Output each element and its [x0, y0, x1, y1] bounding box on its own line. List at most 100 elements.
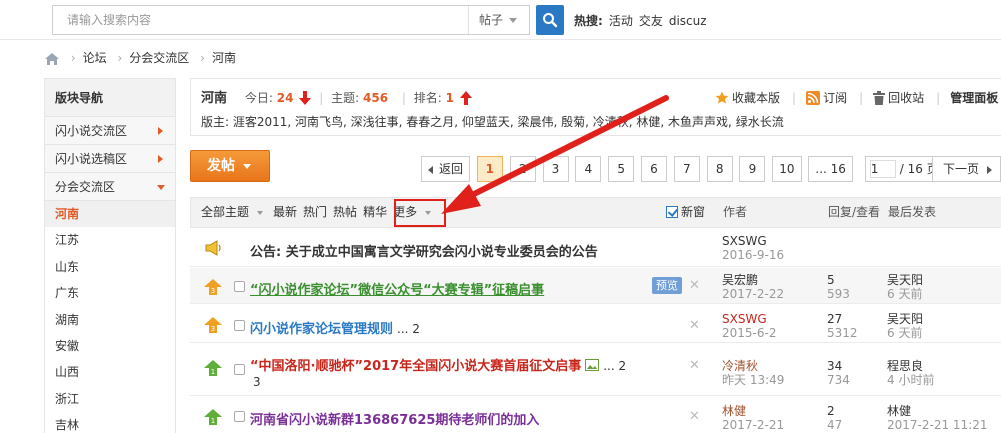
page-button[interactable]: 8 — [706, 156, 733, 182]
thread-title[interactable]: 闪小说作家论坛管理规则 — [250, 322, 393, 337]
breadcrumb-separator: › — [70, 51, 76, 65]
sidebar-item[interactable]: 山西 — [45, 359, 175, 385]
pin-level-glyph: 1 — [211, 368, 215, 376]
next-page-button[interactable]: 下一页 — [932, 156, 1001, 182]
thread-title[interactable]: “闪小说作家论坛”微信公众号“大赛专辑”征稿启事 — [250, 279, 544, 298]
thread-title[interactable]: 公告: 关于成立中国寓言文学研究会闪小说专业委员会的公告 — [250, 241, 598, 260]
checkbox-checked-icon — [666, 206, 678, 218]
search-button[interactable] — [536, 5, 564, 35]
forum-stats: 河南 今日: 24 | 主题: 456 | 排名: 1 — [201, 89, 472, 107]
sidebar-group[interactable]: 分会交流区 — [45, 173, 175, 201]
page-button-current[interactable]: 1 — [476, 156, 503, 182]
thread-checkbox[interactable] — [234, 281, 245, 292]
home-icon[interactable] — [44, 52, 60, 66]
chevron-right-icon — [987, 165, 993, 174]
close-icon[interactable]: ✕ — [689, 409, 700, 424]
filter-hot-posts[interactable]: 热帖 — [333, 205, 357, 219]
page-button[interactable]: 6 — [640, 156, 667, 182]
pin-level-glyph: 1 — [211, 417, 215, 425]
sidebar-item[interactable]: 浙江 — [45, 386, 175, 412]
post-date: 2016-9-16 — [722, 248, 785, 262]
thread-checkbox[interactable] — [234, 364, 245, 375]
last-author[interactable]: 吴天阳 — [887, 273, 923, 287]
next-page-label: 下一页 — [943, 162, 980, 176]
author-name[interactable]: 吴宏鹏 — [722, 273, 784, 287]
close-icon[interactable]: ✕ — [689, 358, 700, 373]
close-icon[interactable]: ✕ — [689, 318, 700, 333]
breadcrumb-item[interactable]: 分会交流区 — [129, 51, 189, 65]
forum-name: 河南 — [201, 91, 228, 106]
page-button[interactable]: 7 — [673, 156, 700, 182]
chevron-down-icon — [243, 163, 251, 169]
thread-pages-extra[interactable]: 3 — [253, 375, 261, 389]
pinned-up-icon: 1 — [204, 409, 222, 425]
recycle-button[interactable]: 回收站 — [873, 91, 924, 105]
last-time: 6 天前 — [887, 287, 923, 301]
page-button[interactable]: 3 — [542, 156, 569, 182]
arrow-down-icon — [299, 91, 312, 105]
sidebar-item[interactable]: 江苏 — [45, 227, 175, 253]
page-button[interactable]: 4 — [575, 156, 602, 182]
filter-digest[interactable]: 精华 — [363, 205, 387, 219]
forum-actions: 收藏本版 | 订阅 | 回收站 | 管理面板 — [715, 89, 1001, 107]
last-author[interactable]: 吴天阳 — [887, 312, 923, 326]
last-author[interactable]: 程思良 — [887, 359, 934, 373]
arrow-up-icon — [460, 91, 472, 105]
chevron-right-icon — [158, 155, 163, 163]
sidebar-item[interactable]: 安徽 — [45, 333, 175, 359]
view-count: 5312 — [827, 326, 858, 340]
preview-badge[interactable]: 预览 — [652, 277, 682, 294]
breadcrumb-separator: › — [117, 51, 123, 65]
breadcrumb-item[interactable]: 论坛 — [83, 51, 107, 65]
sidebar-item[interactable]: 吉林 — [45, 412, 175, 433]
sidebar-item[interactable]: 河南 — [45, 201, 175, 228]
author-name[interactable]: SXSWG — [722, 312, 776, 326]
thread-title[interactable]: 河南省闪小说新群136867625期待老师们的加入 — [250, 409, 539, 428]
page-button[interactable]: 5 — [608, 156, 635, 182]
search-input[interactable] — [53, 6, 467, 34]
breadcrumb-item[interactable]: 河南 — [212, 51, 236, 65]
hot-search-link[interactable]: discuz — [669, 14, 707, 28]
pin-level-glyph: 3 — [211, 287, 215, 295]
favorite-button[interactable]: 收藏本版 — [715, 91, 780, 105]
new-window-toggle[interactable]: 新窗 — [666, 198, 705, 227]
page-button[interactable]: 10 — [772, 156, 802, 182]
subscribe-button[interactable]: 订阅 — [806, 91, 847, 105]
hot-search-link[interactable]: 活动 — [609, 14, 633, 28]
author-name[interactable]: SXSWG — [722, 234, 784, 248]
hot-search-label: 热搜: — [574, 14, 603, 28]
admin-panel-link[interactable]: 管理面板 — [950, 91, 998, 105]
thread-title[interactable]: “中国洛阳·顺驰杯”2017年全国闪小说大赛首届征文启事 — [250, 359, 581, 374]
thread-checkbox[interactable] — [234, 411, 245, 422]
filter-all[interactable]: 全部主题 — [201, 205, 267, 219]
thread-list-header: 全部主题 最新 热门 热帖 精华 更多 新窗 作者 回复/查看 最后发表 — [190, 197, 1001, 228]
filter-hot[interactable]: 热门 — [303, 205, 327, 219]
page-jump-input[interactable] — [869, 160, 896, 178]
thread-pages[interactable]: ... 2 — [603, 359, 626, 373]
thread-checkbox[interactable] — [234, 320, 245, 331]
image-attachment-icon — [585, 359, 600, 371]
page-button[interactable]: 9 — [739, 156, 766, 182]
search-type-select[interactable]: 帖子 — [468, 6, 530, 34]
last-author[interactable]: 林健 — [887, 404, 988, 418]
back-button[interactable]: 返回 — [421, 156, 471, 182]
new-post-button[interactable]: 发帖 — [190, 150, 270, 182]
sidebar-item[interactable]: 湖南 — [45, 307, 175, 333]
thread-title-wrap: 闪小说作家论坛管理规则 ... 2 — [250, 318, 420, 337]
sidebar-item[interactable]: 广东 — [45, 280, 175, 306]
hot-search-link[interactable]: 交友 — [639, 14, 663, 28]
thread-author: 吴宏鹏 2017-2-22 — [722, 273, 784, 301]
sidebar-item[interactable]: 山东 — [45, 254, 175, 280]
thread-pages[interactable]: ... 2 — [397, 322, 420, 336]
page-button[interactable]: ... 16 — [808, 156, 853, 182]
table-row: 公告: 关于成立中国寓言文学研究会闪小说专业委员会的公告 SXSWG 2016-9… — [190, 229, 1001, 267]
close-icon[interactable]: ✕ — [689, 278, 700, 293]
rss-icon — [806, 91, 821, 105]
page-button[interactable]: 2 — [509, 156, 536, 182]
author-name[interactable]: 冷清秋 — [722, 359, 784, 373]
sidebar-group[interactable]: 闪小说选稿区 — [45, 145, 175, 173]
author-name[interactable]: 林健 — [722, 404, 784, 418]
filter-latest[interactable]: 最新 — [273, 205, 297, 219]
sidebar-group[interactable]: 闪小说交流区 — [45, 117, 175, 145]
rank-value: 1 — [445, 91, 454, 105]
